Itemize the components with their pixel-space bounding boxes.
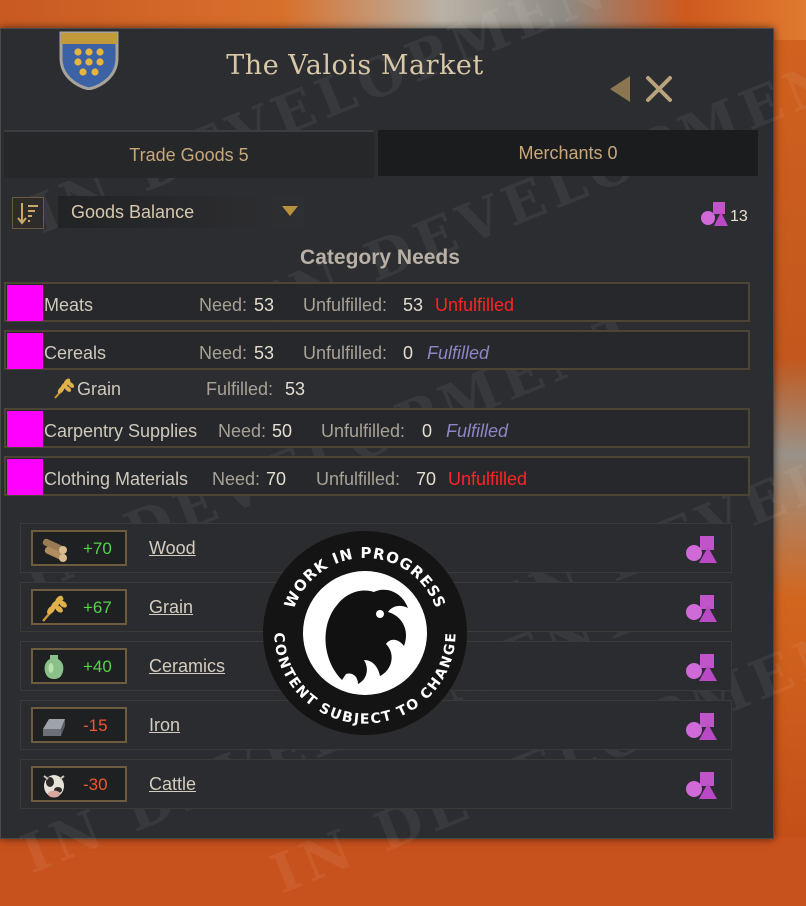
- fulfilled-value: 53: [285, 379, 306, 399]
- category-placeholder-icon: [7, 333, 43, 369]
- cow-icon: [43, 775, 65, 798]
- status-text: Fulfilled: [446, 421, 509, 441]
- goods-balance-value: -15: [83, 716, 108, 735]
- trade-shapes-icon[interactable]: [685, 651, 719, 683]
- category-placeholder-icon: [7, 459, 43, 495]
- sort-order-button[interactable]: [12, 197, 44, 229]
- unfulfilled-value: 0: [422, 421, 433, 441]
- need-value: 53: [254, 295, 275, 315]
- goods-balance-value: +70: [83, 539, 112, 558]
- goods-name-link[interactable]: Wood: [149, 538, 196, 559]
- need-value: 50: [272, 421, 293, 441]
- unfulfilled-label: Unfulfilled:: [316, 469, 401, 489]
- unfulfilled-label: Unfulfilled:: [303, 295, 388, 315]
- fulfilled-label: Fulfilled:: [206, 379, 274, 399]
- tab-bar: Trade Goods 5 Merchants 0: [4, 130, 758, 178]
- goods-balance-value: -30: [83, 775, 108, 794]
- need-value: 70: [266, 469, 287, 489]
- unfulfilled-value: 0: [403, 343, 414, 363]
- tab-merchants[interactable]: Merchants 0: [378, 130, 758, 176]
- need-label: Need:: [218, 421, 267, 441]
- goods-balance-badge: -30: [31, 766, 127, 802]
- need-value: 53: [254, 343, 275, 363]
- back-arrow-icon[interactable]: [604, 72, 634, 106]
- wheat-icon: [54, 378, 75, 399]
- coat-of-arms-shield-icon[interactable]: [58, 30, 120, 90]
- category-name: Meats: [44, 295, 94, 315]
- category-subgood-grain: Grain Fulfilled: 53: [50, 374, 550, 404]
- wood-logs-icon: [42, 538, 67, 562]
- goods-balance-badge: +67: [31, 589, 127, 625]
- chevron-down-icon: [282, 206, 298, 216]
- category-name: Clothing Materials: [44, 469, 189, 489]
- goods-balance-badge: -15: [31, 707, 127, 743]
- trade-shapes-icon[interactable]: [685, 769, 719, 801]
- goods-balance-badge: +70: [31, 530, 127, 566]
- category-name: Cereals: [44, 343, 107, 363]
- category-needs-title: Category Needs: [300, 246, 460, 269]
- vase-icon: [44, 655, 64, 679]
- goods-balance-badge: +40: [31, 648, 127, 684]
- goods-row-cattle[interactable]: -30 Cattle: [20, 759, 732, 809]
- category-row-carpentry-supplies[interactable]: Carpentry Supplies Need: 50 Unfulfilled:…: [4, 408, 750, 448]
- sort-dropdown-value: Goods Balance: [71, 202, 195, 222]
- unfulfilled-label: Unfulfilled:: [303, 343, 388, 363]
- category-row-clothing-materials[interactable]: Clothing Materials Need: 70 Unfulfilled:…: [4, 456, 750, 496]
- trade-shapes-icon[interactable]: [685, 533, 719, 565]
- category-row-meats[interactable]: Meats Need: 53 Unfulfilled: 53 Unfulfill…: [4, 282, 750, 322]
- category-row-cereals[interactable]: Cereals Need: 53 Unfulfilled: 0 Fulfille…: [4, 330, 750, 370]
- goods-name-link[interactable]: Grain: [149, 597, 193, 618]
- work-in-progress-badge: WORK IN PROGRESS CONTENT SUBJECT TO CHAN…: [263, 531, 467, 735]
- trade-shapes-icon[interactable]: [685, 592, 719, 624]
- merchant-shapes-icon: [701, 202, 728, 226]
- category-placeholder-icon: [7, 411, 43, 447]
- trade-shapes-icon[interactable]: [685, 710, 719, 742]
- goods-name-link[interactable]: Iron: [149, 715, 180, 736]
- unfulfilled-value: 70: [416, 469, 437, 489]
- goods-name-link[interactable]: Cattle: [149, 774, 196, 795]
- sort-dropdown[interactable]: Goods Balance: [58, 196, 304, 228]
- goods-balance-value: +40: [83, 657, 112, 676]
- need-label: Need:: [199, 343, 248, 363]
- iron-ingot-icon: [43, 719, 65, 736]
- unfulfilled-label: Unfulfilled:: [321, 421, 406, 441]
- window-title: The Valois Market: [226, 50, 484, 81]
- close-icon[interactable]: [642, 72, 676, 106]
- goods-name-link[interactable]: Ceramics: [149, 656, 225, 677]
- category-name: Carpentry Supplies: [44, 421, 198, 441]
- sort-icon: [17, 203, 38, 225]
- status-text: Unfulfilled: [448, 469, 528, 489]
- need-label: Need:: [212, 469, 261, 489]
- status-text: Fulfilled: [427, 343, 490, 363]
- tab-trade-goods[interactable]: Trade Goods 5: [4, 130, 374, 178]
- status-text: Unfulfilled: [435, 295, 515, 315]
- category-placeholder-icon: [7, 285, 43, 321]
- need-label: Need:: [199, 295, 248, 315]
- available-merchants: 13: [700, 200, 760, 228]
- available-merchants-count: 13: [730, 208, 748, 225]
- unfulfilled-value: 53: [403, 295, 424, 315]
- goods-balance-value: +67: [83, 598, 112, 617]
- subgood-name: Grain: [77, 379, 122, 399]
- wheat-icon: [42, 595, 67, 622]
